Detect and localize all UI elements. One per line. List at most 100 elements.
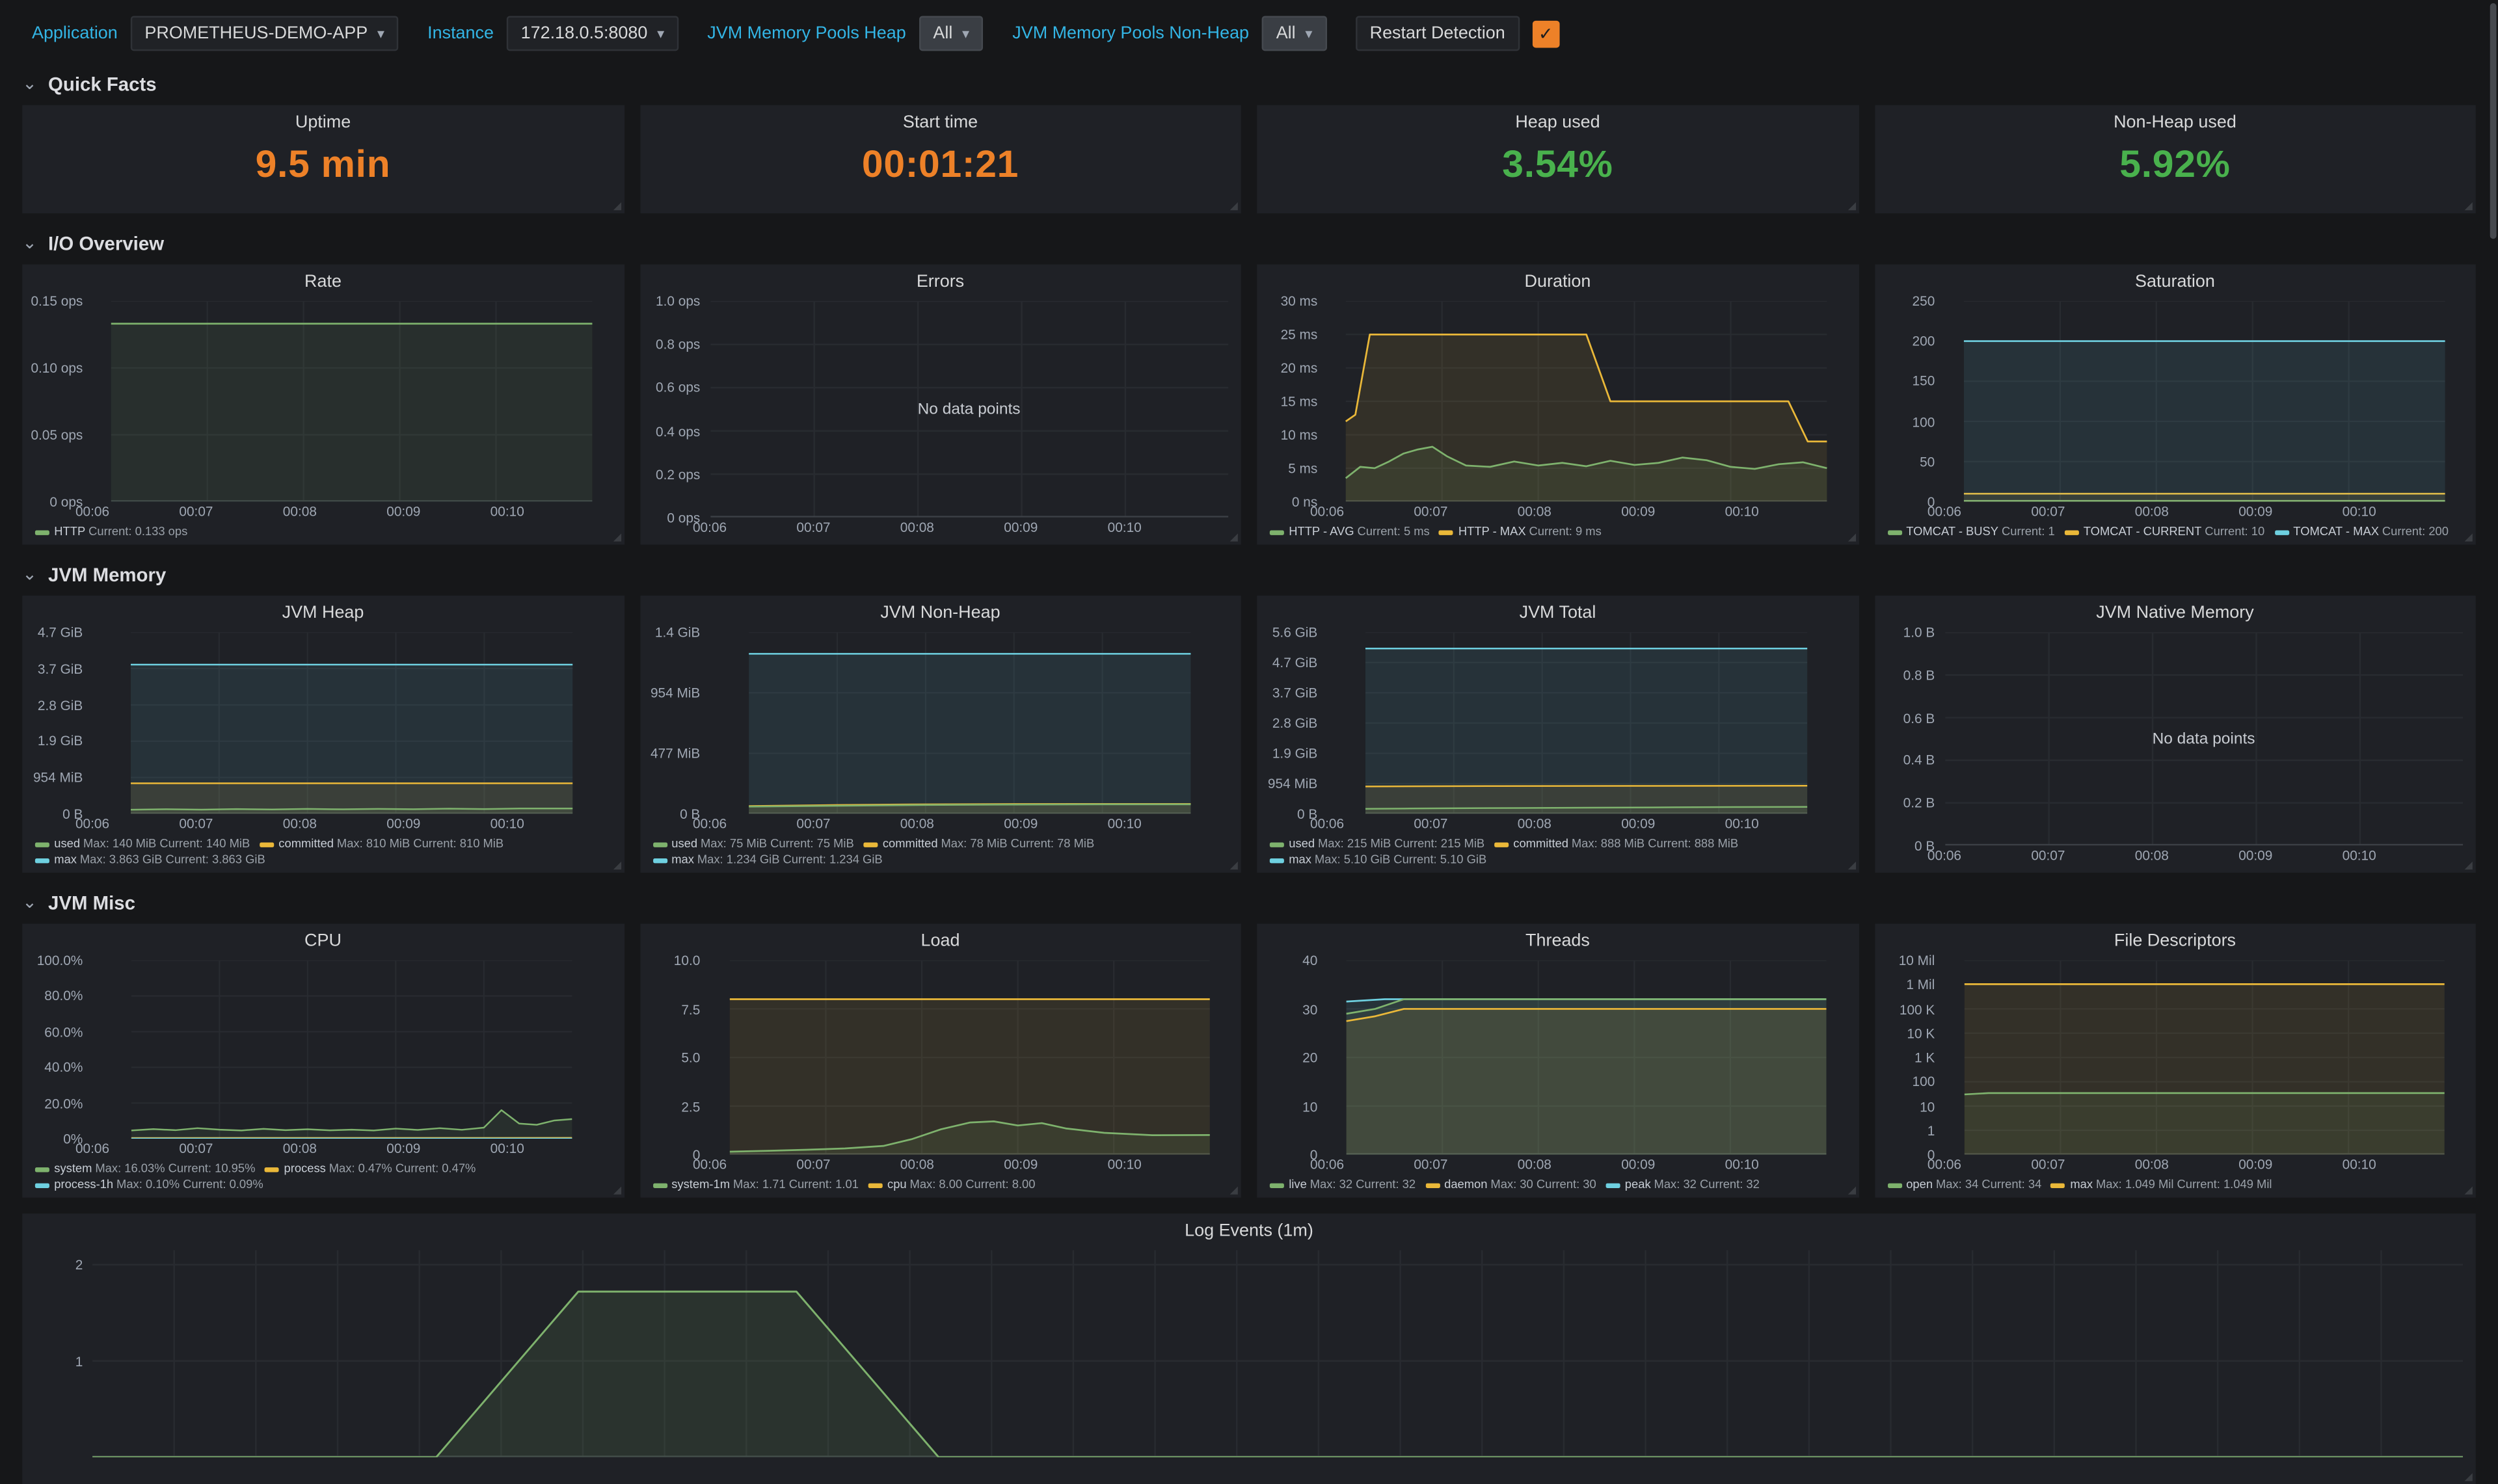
legend-color-dash xyxy=(1887,529,1901,534)
legend-item[interactable]: maxMax: 5.10 GiB Current: 5.10 GiB xyxy=(1270,852,1486,868)
section-io-overview[interactable]: ⌄ I/O Overview xyxy=(22,233,2475,255)
legend-item[interactable]: maxMax: 3.863 GiB Current: 3.863 GiB xyxy=(35,852,265,868)
legend-item[interactable]: HTTPCurrent: 0.133 ops xyxy=(35,524,187,540)
x-tick-label: 00:06 xyxy=(693,519,727,535)
panel-title[interactable]: JVM Non-Heap xyxy=(639,596,1241,626)
plot-area[interactable] xyxy=(710,632,1228,814)
legend-series-stats: Max: 30 Current: 30 xyxy=(1490,1177,1596,1193)
legend-item[interactable]: maxMax: 1.049 Mil Current: 1.049 Mil xyxy=(2051,1177,2272,1193)
plot-area[interactable] xyxy=(92,301,611,502)
section-jvm-memory[interactable]: ⌄ JVM Memory xyxy=(22,564,2475,586)
legend-series-name: open xyxy=(1906,1177,1933,1193)
legend-series-stats: Max: 1.71 Current: 1.01 xyxy=(733,1177,859,1193)
y-tick-label: 2 xyxy=(75,1256,83,1272)
instance-dropdown[interactable]: 172.18.0.5:8080 ▾ xyxy=(507,16,679,51)
legend-item[interactable]: committedMax: 810 MiB Current: 810 MiB xyxy=(260,836,504,852)
y-tick-label: 0.10 ops xyxy=(31,360,83,375)
legend-item[interactable]: TOMCAT - CURRENTCurrent: 10 xyxy=(2064,524,2264,540)
plot-area[interactable] xyxy=(92,961,611,1139)
legend-item[interactable]: system-1mMax: 1.71 Current: 1.01 xyxy=(652,1177,859,1193)
y-tick-label: 4.7 GiB xyxy=(38,624,83,640)
plot-area[interactable] xyxy=(1944,301,2463,502)
legend-item[interactable]: usedMax: 140 MiB Current: 140 MiB xyxy=(35,836,250,852)
panel-title[interactable]: File Descriptors xyxy=(1874,923,2475,954)
variable-heap-pools: JVM Memory Pools Heap All ▾ xyxy=(707,16,984,51)
restart-detection-checkbox[interactable]: ✓ xyxy=(1532,20,1559,47)
nonheap-pools-dropdown[interactable]: All ▾ xyxy=(1262,16,1327,51)
legend-item[interactable]: process-1hMax: 0.10% Current: 0.09% xyxy=(35,1177,263,1193)
panel-title[interactable]: JVM Total xyxy=(1257,596,1858,626)
legend-item[interactable]: systemMax: 16.03% Current: 10.95% xyxy=(35,1161,256,1176)
panel-title[interactable]: Load xyxy=(639,923,1241,954)
legend-item[interactable]: maxMax: 1.234 GiB Current: 1.234 GiB xyxy=(652,852,883,868)
section-quick-facts[interactable]: ⌄ Quick Facts xyxy=(22,73,2475,96)
application-dropdown[interactable]: PROMETHEUS-DEMO-APP ▾ xyxy=(130,16,399,51)
panel-title[interactable]: Rate xyxy=(22,265,623,295)
plot-area[interactable]: No data points xyxy=(710,301,1228,518)
legend-item[interactable]: HTTP - MAXCurrent: 9 ms xyxy=(1439,524,1601,540)
y-tick-label: 1 xyxy=(75,1353,83,1369)
legend-color-dash xyxy=(1425,1182,1440,1187)
legend: liveMax: 32 Current: 32 daemonMax: 30 Cur… xyxy=(1257,1175,1858,1197)
x-tick-label: 00:08 xyxy=(900,519,934,535)
legend-item[interactable]: processMax: 0.47% Current: 0.47% xyxy=(265,1161,476,1176)
panel-title[interactable]: Heap used xyxy=(1257,105,1858,136)
panel-title[interactable]: Duration xyxy=(1257,265,1858,295)
y-tick-label: 0.8 ops xyxy=(656,336,700,352)
legend-item[interactable]: TOMCAT - BUSYCurrent: 1 xyxy=(1887,524,2055,540)
panel-title[interactable]: Start time xyxy=(639,105,1241,136)
legend-item[interactable]: liveMax: 32 Current: 32 xyxy=(1270,1177,1416,1193)
legend-item[interactable]: committedMax: 78 MiB Current: 78 MiB xyxy=(863,836,1094,852)
restart-detection-control: Restart Detection ✓ xyxy=(1356,16,1559,51)
panel-title[interactable]: Log Events (1m) xyxy=(22,1213,2475,1244)
legend-item[interactable]: peakMax: 32 Current: 32 xyxy=(1605,1177,1759,1193)
plot-area[interactable] xyxy=(1944,961,2463,1155)
panel-title[interactable]: CPU xyxy=(22,923,623,954)
panel-title[interactable]: JVM Heap xyxy=(22,596,623,626)
legend-series-name: TOMCAT - CURRENT xyxy=(2084,524,2202,540)
legend-series-stats: Max: 215 MiB Current: 215 MiB xyxy=(1318,836,1484,852)
heap-pools-dropdown[interactable]: All ▾ xyxy=(919,16,984,51)
plot-area[interactable] xyxy=(710,961,1228,1155)
legend-item[interactable]: committedMax: 888 MiB Current: 888 MiB xyxy=(1494,836,1738,852)
legend-item[interactable]: TOMCAT - MAXCurrent: 200 xyxy=(2274,524,2449,540)
plot-area[interactable] xyxy=(92,1250,2463,1457)
scrollbar-thumb[interactable] xyxy=(2490,3,2497,239)
panel-title[interactable]: Saturation xyxy=(1874,265,2475,295)
plot-area[interactable] xyxy=(1327,301,1846,502)
x-tick-label: 00:08 xyxy=(900,815,934,831)
panel-title[interactable]: Errors xyxy=(639,265,1241,295)
legend-item[interactable]: daemonMax: 30 Current: 30 xyxy=(1425,1177,1596,1193)
panel-title[interactable]: Non-Heap used xyxy=(1874,105,2475,136)
legend-item[interactable]: cpuMax: 8.00 Current: 8.00 xyxy=(868,1177,1036,1193)
io-overview-row: Rate 0.15 ops0.10 ops0.05 ops0 ops 00:06… xyxy=(22,265,2475,545)
caret-down-icon: ▾ xyxy=(962,26,969,40)
panel-title[interactable]: JVM Native Memory xyxy=(1874,596,2475,626)
y-tick-label: 15 ms xyxy=(1281,393,1318,409)
x-tick-label: 00:08 xyxy=(283,503,317,519)
plot-area[interactable]: No data points xyxy=(1944,632,2463,845)
x-tick-label: 00:08 xyxy=(2135,847,2169,863)
panel-threads: Threads 403020100 00:0600:0700:0800:0900… xyxy=(1257,923,1858,1197)
legend-color-dash xyxy=(2274,529,2289,534)
y-tick-label: 10 Mil xyxy=(1899,952,1935,968)
panel-title[interactable]: Threads xyxy=(1257,923,1858,954)
x-tick-label: 00:06 xyxy=(75,1140,109,1156)
section-jvm-misc[interactable]: ⌄ JVM Misc xyxy=(22,892,2475,914)
legend-item[interactable]: usedMax: 75 MiB Current: 75 MiB xyxy=(652,836,854,852)
legend-item[interactable]: usedMax: 215 MiB Current: 215 MiB xyxy=(1270,836,1484,852)
y-tick-label: 1.9 GiB xyxy=(1272,745,1317,761)
y-tick-label: 4.7 GiB xyxy=(1272,655,1317,670)
legend-item[interactable]: HTTP - AVGCurrent: 5 ms xyxy=(1270,524,1430,540)
legend-item[interactable]: openMax: 34 Current: 34 xyxy=(1887,1177,2041,1193)
y-tick-label: 3.7 GiB xyxy=(1272,685,1317,700)
panel-title[interactable]: Uptime xyxy=(22,105,623,136)
restart-detection-label: Restart Detection xyxy=(1356,16,1520,51)
plot-area[interactable] xyxy=(1327,961,1846,1155)
y-axis: 30 ms25 ms20 ms15 ms10 ms5 ms0 ns xyxy=(1257,301,1327,502)
legend xyxy=(22,1478,2475,1484)
legend-series-name: used xyxy=(671,836,697,852)
legend: usedMax: 140 MiB Current: 140 MiB committ… xyxy=(22,834,623,873)
plot-area[interactable] xyxy=(92,632,611,814)
plot-area[interactable] xyxy=(1327,632,1846,814)
